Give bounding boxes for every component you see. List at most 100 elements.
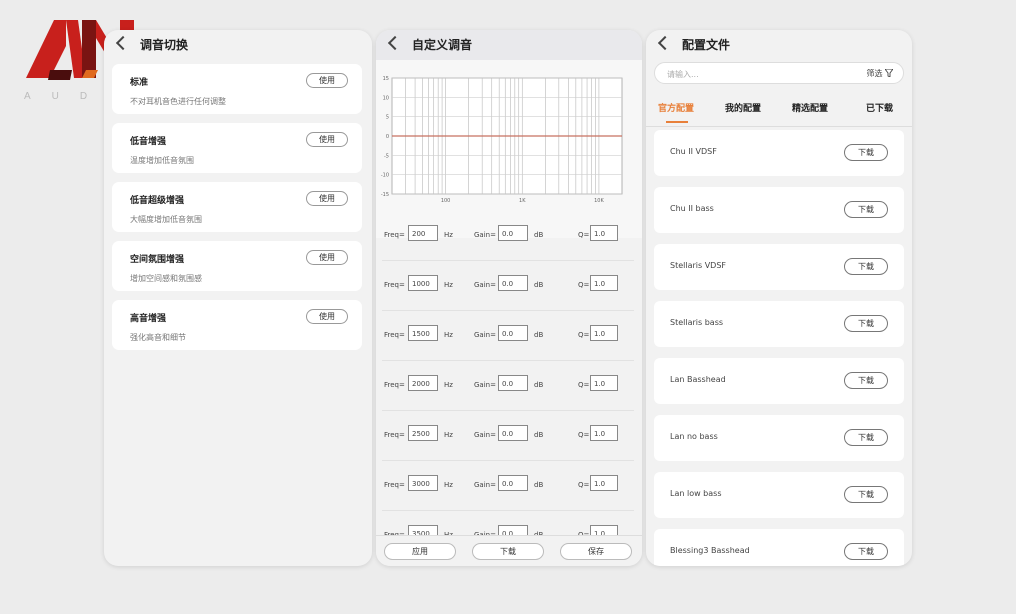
q-label: Q= — [578, 481, 590, 489]
freq-input[interactable]: 1500 — [408, 325, 438, 341]
use-button[interactable]: 使用 — [306, 132, 348, 147]
tab-official[interactable]: 官方配置 — [658, 101, 694, 114]
eq-band-row: Freq= 200 Hz Gain= 0.0 dB Q= 1.0 — [382, 210, 634, 261]
profile-name: Blessing3 Basshead — [670, 546, 750, 555]
mode-description: 不对耳机音色进行任何调整 — [130, 97, 226, 106]
x-tick-label: 100 — [441, 198, 451, 204]
mode-card[interactable]: 低音增强 温度增加低音氛围 使用 — [112, 123, 362, 173]
mode-card[interactable]: 标准不对耳机音色进行任何调整 使用 — [112, 64, 362, 114]
filter-label: 筛选 — [866, 69, 883, 78]
eq-band-row: Freq= 2000 Hz Gain= 0.0 dB Q= 1.0 — [382, 360, 634, 411]
profile-card[interactable]: Lan Basshead 下载 — [654, 358, 904, 404]
mode-card[interactable]: 高音增强 强化高音和细节 使用 — [112, 300, 362, 350]
mode-name: 高音增强 — [130, 314, 167, 324]
freq-input[interactable]: 3000 — [408, 475, 438, 491]
back-icon[interactable] — [115, 35, 131, 51]
mode-name: 低音超级增强 — [130, 196, 185, 206]
custom-eq-panel: 自定义调音 15 10 5 0 -5 -10 -15 100 1K 10K Freq= 200 Hz G… — [376, 30, 642, 566]
download-button[interactable]: 下载 — [844, 543, 888, 560]
panel-header: 自定义调音 — [376, 30, 642, 60]
profile-panel: 配置文件 筛选 官方配置 我的配置 精选配置 已下载 Chu II VDSF 下载… — [646, 30, 912, 566]
gain-unit: dB — [534, 331, 544, 339]
download-button[interactable]: 下载 — [844, 201, 888, 218]
filter-button[interactable]: 筛选 — [866, 68, 894, 79]
download-button[interactable]: 下载 — [844, 429, 888, 446]
active-tab-indicator — [666, 121, 688, 123]
profile-name: Stellaris bass — [670, 318, 724, 327]
mode-description: 增加空间感和氛围感 — [130, 274, 202, 283]
freq-input[interactable]: 2500 — [408, 425, 438, 441]
gain-input[interactable]: 0.0 — [498, 425, 528, 441]
gain-input[interactable]: 0.0 — [498, 325, 528, 341]
download-button[interactable]: 下载 — [844, 372, 888, 389]
freq-input[interactable]: 200 — [408, 225, 438, 241]
q-label: Q= — [578, 231, 590, 239]
gain-input[interactable]: 0.0 — [498, 275, 528, 291]
gain-input[interactable]: 0.0 — [498, 375, 528, 391]
q-input[interactable]: 1.0 — [590, 375, 618, 391]
gain-input[interactable]: 0.0 — [498, 225, 528, 241]
page-title: 调音切换 — [140, 38, 189, 52]
panel-header: 调音切换 — [104, 30, 372, 60]
use-button[interactable]: 使用 — [306, 191, 348, 206]
eq-band-row: Freq= 1000 Hz Gain= 0.0 dB Q= 1.0 — [382, 260, 634, 311]
search-bar: 筛选 — [654, 62, 904, 84]
profile-card[interactable]: Stellaris bass 下载 — [654, 301, 904, 347]
freq-unit: Hz — [444, 231, 453, 239]
gain-unit: dB — [534, 481, 544, 489]
profile-card[interactable]: Chu II bass 下载 — [654, 187, 904, 233]
funnel-icon — [884, 68, 894, 78]
use-button[interactable]: 使用 — [306, 250, 348, 265]
mode-name: 标准 — [130, 78, 149, 88]
apply-button[interactable]: 应用 — [384, 543, 456, 560]
tab-featured[interactable]: 精选配置 — [792, 101, 828, 114]
profile-name: Chu II bass — [670, 204, 714, 213]
freq-input[interactable]: 2000 — [408, 375, 438, 391]
mode-card[interactable]: 低音超级增强 大幅度增加低音氛围 使用 — [112, 182, 362, 232]
y-tick-label: -10 — [381, 173, 389, 179]
freq-unit: Hz — [444, 481, 453, 489]
y-tick-label: 15 — [383, 76, 389, 82]
profile-card[interactable]: Stellaris VDSF 下载 — [654, 244, 904, 290]
q-input[interactable]: 1.0 — [590, 275, 618, 291]
page-title: 配置文件 — [682, 38, 731, 52]
q-input[interactable]: 1.0 — [590, 225, 618, 241]
profile-tabs: 官方配置 我的配置 精选配置 已下载 — [646, 90, 912, 127]
freq-label: Freq= — [384, 381, 405, 389]
q-input[interactable]: 1.0 — [590, 475, 618, 491]
gain-label: Gain= — [474, 231, 496, 239]
y-tick-label: -15 — [381, 192, 389, 198]
use-button[interactable]: 使用 — [306, 73, 348, 88]
download-button[interactable]: 下载 — [844, 144, 888, 161]
tab-downloaded[interactable]: 已下载 — [866, 101, 893, 114]
download-button[interactable]: 下载 — [844, 258, 888, 275]
back-icon[interactable] — [657, 35, 673, 51]
profile-name: Lan low bass — [670, 489, 722, 498]
download-button[interactable]: 下载 — [844, 486, 888, 503]
freq-input[interactable]: 1000 — [408, 275, 438, 291]
q-input[interactable]: 1.0 — [590, 325, 618, 341]
tab-mine[interactable]: 我的配置 — [725, 101, 761, 114]
q-label: Q= — [578, 381, 590, 389]
profile-card[interactable]: Blessing3 Basshead 下载 — [654, 529, 904, 566]
search-input[interactable] — [665, 66, 849, 82]
download-button[interactable]: 下载 — [844, 315, 888, 332]
y-tick-label: 0 — [386, 134, 389, 140]
profile-card[interactable]: Lan no bass 下载 — [654, 415, 904, 461]
freq-label: Freq= — [384, 331, 405, 339]
mode-card[interactable]: 空间氛围增强增加空间感和氛围感 使用 — [112, 241, 362, 291]
download-button[interactable]: 下载 — [472, 543, 544, 560]
use-button[interactable]: 使用 — [306, 309, 348, 324]
page-title: 自定义调音 — [412, 38, 473, 52]
gain-unit: dB — [534, 231, 544, 239]
freq-unit: Hz — [444, 431, 453, 439]
gain-input[interactable]: 0.0 — [498, 475, 528, 491]
profile-card[interactable]: Lan low bass 下载 — [654, 472, 904, 518]
mode-name: 空间氛围增强 — [130, 255, 185, 265]
q-input[interactable]: 1.0 — [590, 425, 618, 441]
back-icon[interactable] — [387, 35, 403, 51]
profile-card[interactable]: Chu II VDSF 下载 — [654, 130, 904, 176]
save-button[interactable]: 保存 — [560, 543, 632, 560]
gain-label: Gain= — [474, 431, 496, 439]
mode-description: 温度增加低音氛围 — [130, 156, 194, 165]
